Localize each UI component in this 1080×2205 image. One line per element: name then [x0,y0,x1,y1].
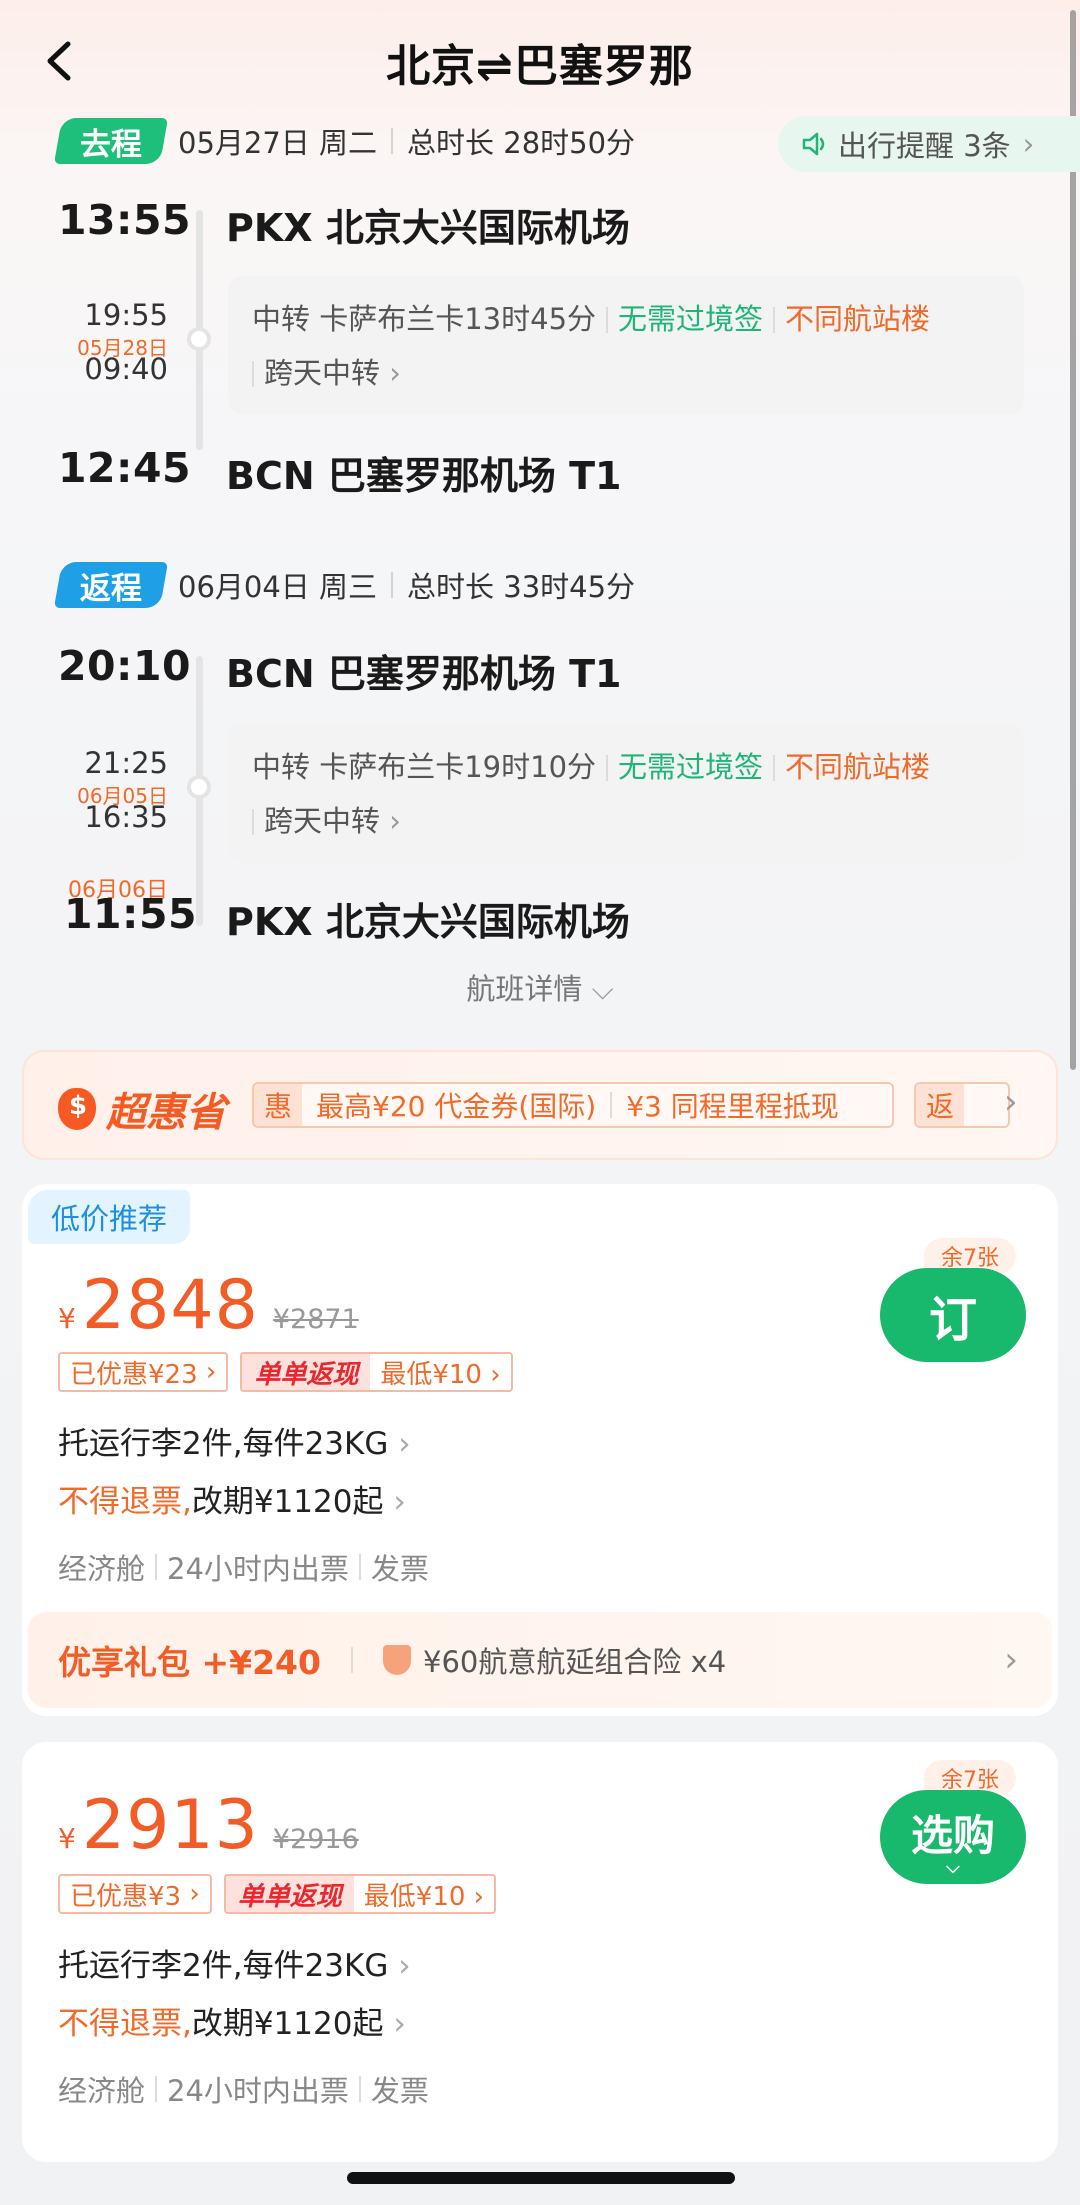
outbound-tag: 去程 [53,118,169,164]
promo-cashback-pill[interactable]: 返 [914,1082,1010,1128]
offer-old-price: ¥2871 [272,1304,359,1335]
promo-logo: 超惠省 [58,1080,226,1138]
chevron-down-icon: ⌵ [591,972,614,1006]
select-purchase-button[interactable]: 选购 ⌵ [880,1790,1026,1884]
baggage-info[interactable]: 托运行李2件,每件23KG › [58,1418,411,1463]
home-indicator [347,2172,735,2184]
outbound-arr-airport: BCN 巴塞罗那机场 T1 [226,454,622,498]
inbound-tag: 返程 [53,562,169,608]
timeline-dot [187,327,211,351]
timeline-dot [187,775,211,799]
transfer-terminal: 不同航站楼 [785,750,931,784]
shield-icon [383,1645,411,1675]
offer-tags: 已优惠¥3 › 单单返现 最低¥10 › [58,1874,497,1914]
cashback-tag[interactable]: 单单返现 最低¥10 › [240,1352,513,1392]
outbound-transfer-dep: 09:40 [84,352,168,386]
reminder-label: 出行提醒 3条 [838,129,1011,163]
cashback-tag[interactable]: 单单返现 最低¥10 › [223,1874,497,1914]
divider [391,128,394,154]
inbound-transfer-arr: 21:25 [84,746,168,780]
transfer-note: 跨天中转 [264,804,381,838]
chevron-right-icon: › [389,804,401,838]
promo-text2: ¥3 同程里程抵现 [626,1090,839,1123]
promo-badge: 惠 [254,1084,303,1126]
outbound-info: 05月27日 周二 总时长 28时50分 [178,118,635,164]
outbound-dep-airport: PKX 北京大兴国际机场 [226,206,630,250]
chevron-right-icon: › [1004,1082,1018,1122]
select-purchase-label: 选购 [910,1810,995,1860]
outbound-dep-time: 13:55 [58,196,192,244]
gift-text: ¥60航意航延组合险 x4 [423,1645,727,1679]
divider [391,572,394,598]
offer-price: 2913 [81,1786,259,1865]
refund-info[interactable]: 不得退票,改期¥1120起 › [58,1998,406,2043]
inbound-transfer-dep: 16:35 [84,800,168,834]
transfer-terminal: 不同航站楼 [785,302,931,336]
book-button[interactable]: 订 [880,1268,1026,1362]
currency-symbol: ¥ [58,1302,76,1335]
promo-text: 最高¥20 代金券(国际) [316,1090,597,1123]
inbound-arr-airport: PKX 北京大兴国际机场 [226,900,630,944]
inbound-dep-time: 20:10 [58,642,192,690]
outbound-transfer-box[interactable]: 中转 卡萨布兰卡13时45分 无需过境签 不同航站楼 跨天中转 › [228,276,1024,414]
promo-badge2: 返 [916,1084,965,1126]
inbound-transfer-box[interactable]: 中转 卡萨布兰卡19时10分 无需过境签 不同航站楼 跨天中转 › [228,724,1024,862]
outbound-date: 05月27日 周二 [178,126,378,160]
refund-info[interactable]: 不得退票,改期¥1120起 › [58,1476,406,1521]
discount-tag[interactable]: 已优惠¥23 › [58,1352,229,1392]
inbound-date: 06月04日 周三 [178,570,378,604]
offer-old-price: ¥2916 [272,1824,359,1855]
page-title: 北京⇌巴塞罗那 [386,41,694,92]
outbound-arr-time: 12:45 [58,444,192,492]
inbound-dep-airport: BCN 巴塞罗那机场 T1 [226,652,622,696]
offer-meta: 经济舱 24小时内出票 发票 [58,2074,429,2108]
coin-icon [58,1088,96,1130]
chevron-right-icon: › [389,356,401,390]
inbound-info: 06月04日 周三 总时长 33时45分 [178,562,635,608]
travel-reminder-button[interactable]: 出行提醒 3条 › [778,116,1080,172]
offer-tags: 已优惠¥23 › 单单返现 最低¥10 › [58,1352,513,1392]
transfer-visa: 无需过境签 [618,750,764,784]
discount-tag[interactable]: 已优惠¥3 › [58,1874,212,1914]
low-price-tag: 低价推荐 [28,1190,190,1244]
offer-price: 2848 [81,1266,259,1345]
outbound-duration: 总时长 28时50分 [407,126,636,160]
transfer-city: 中转 卡萨布兰卡19时10分 [252,750,597,784]
speaker-icon [802,132,825,156]
transfer-city: 中转 卡萨布兰卡13时45分 [252,302,597,336]
transfer-note: 跨天中转 [264,356,381,390]
flight-details-link[interactable]: 航班详情 ⌵ [0,966,1080,1008]
outbound-transfer-arr: 19:55 [84,298,168,332]
offer-price-row: ¥ 2848 ¥2871 [58,1266,359,1345]
flight-details-label: 航班详情 [466,972,583,1006]
promo-coupon-pill[interactable]: 惠 最高¥20 代金券(国际) ¥3 同程里程抵现 [252,1082,894,1128]
chevron-right-icon: › [1004,1640,1018,1680]
chevron-down-icon: ⌵ [946,1856,960,1878]
offer-meta: 经济舱 24小时内出票 发票 [58,1552,429,1586]
transfer-visa: 无需过境签 [618,302,764,336]
offer-price-row: ¥ 2913 ¥2916 [58,1786,359,1865]
baggage-info[interactable]: 托运行李2件,每件23KG › [58,1940,411,1985]
chevron-right-icon: › [1022,127,1035,161]
currency-symbol: ¥ [58,1822,76,1855]
inbound-arr-time: 11:55 [64,890,198,938]
inbound-duration: 总时长 33时45分 [407,570,636,604]
gift-label: 优享礼包 +¥240 [58,1643,321,1682]
gift-package-row[interactable]: 优享礼包 +¥240 ¥60航意航延组合险 x4 › [28,1612,1052,1708]
